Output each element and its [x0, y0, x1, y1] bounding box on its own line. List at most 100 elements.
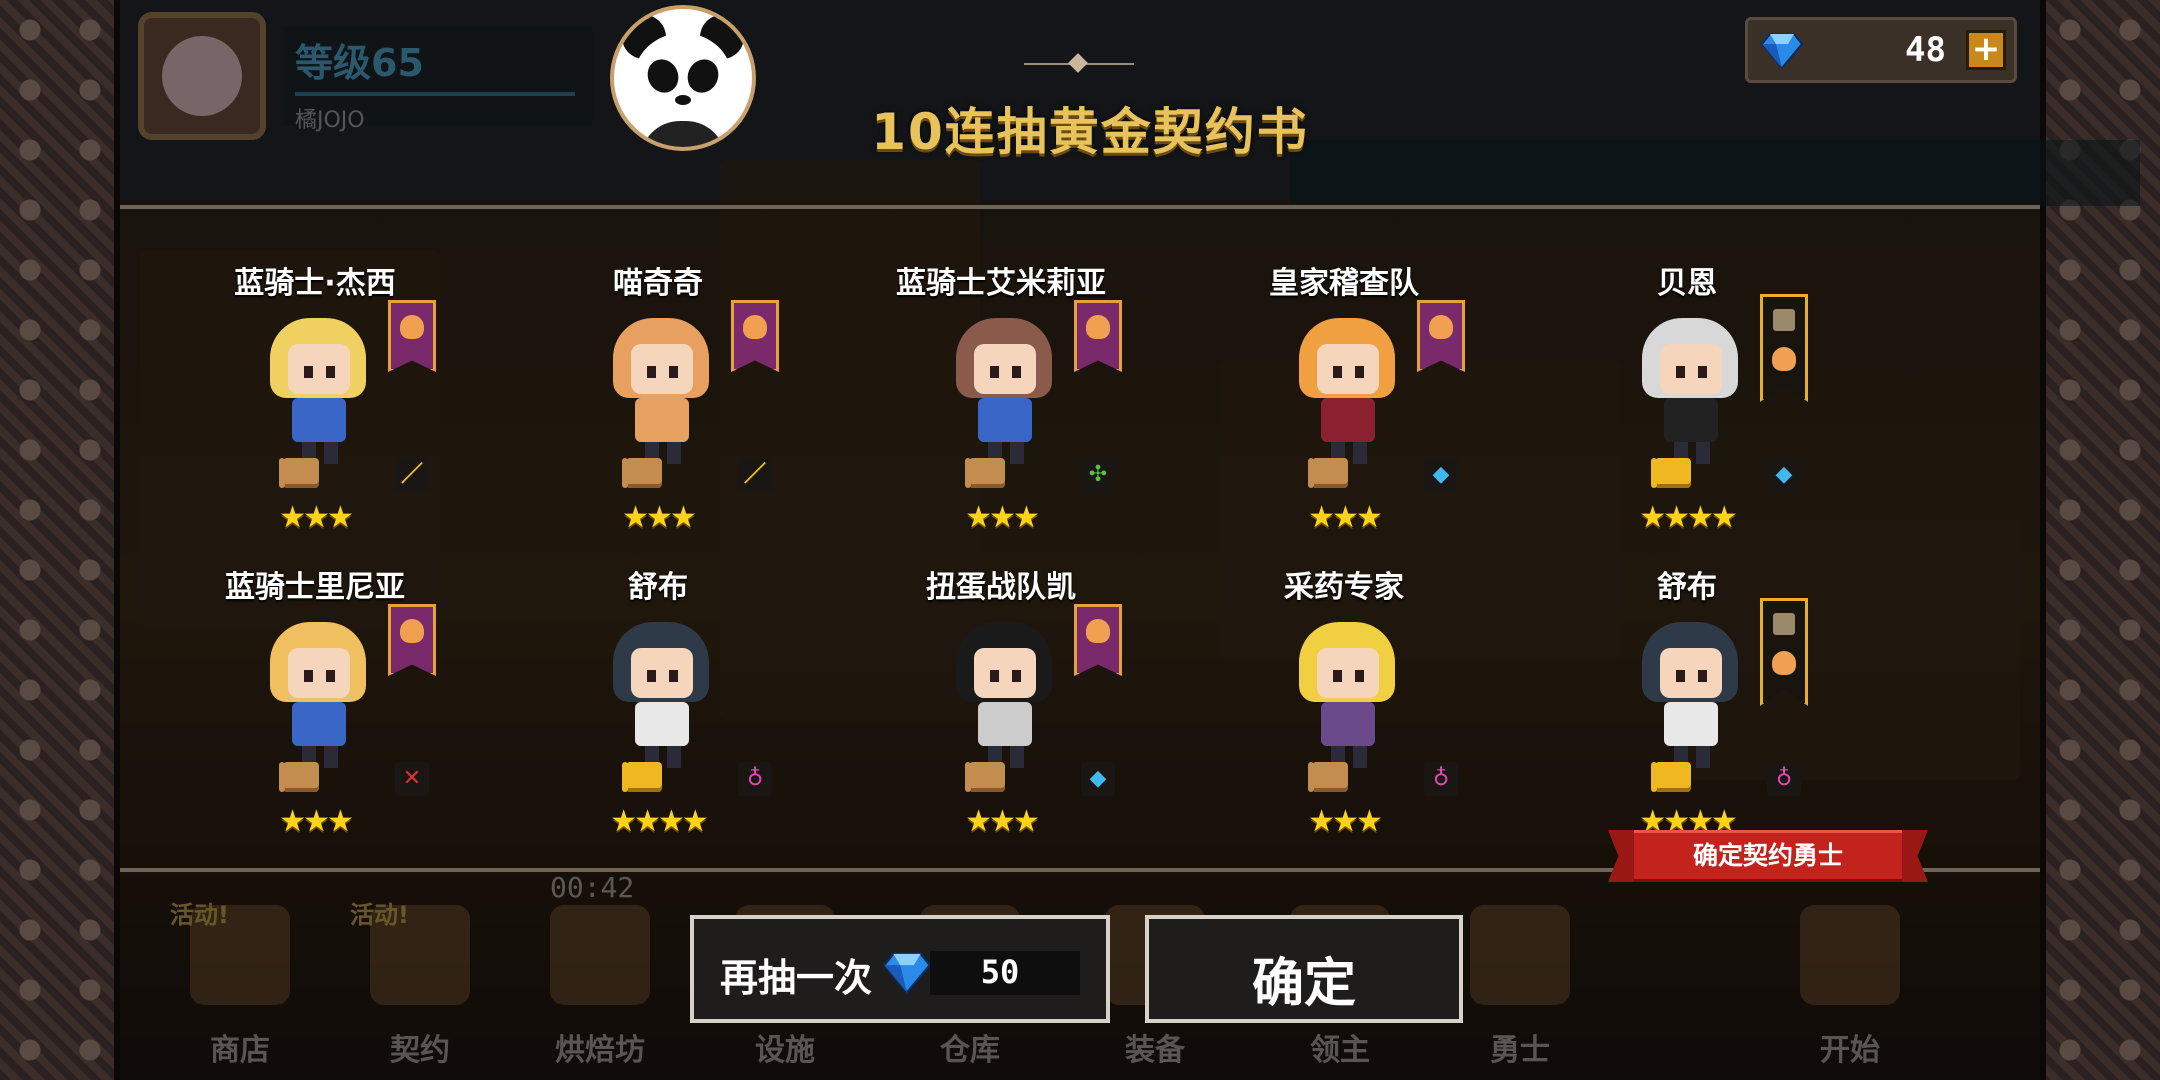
nav-label: 烘焙坊	[555, 1033, 645, 1068]
potion-icon: ♁	[1767, 762, 1801, 796]
nav-item[interactable]: 活动! 商店	[170, 895, 310, 1075]
gem-count: 48	[1905, 30, 1946, 70]
hero-sprite	[270, 622, 366, 772]
draw-again-label: 再抽一次	[720, 956, 873, 1000]
nav-label: 契约	[390, 1033, 450, 1068]
hero-card[interactable]: 贝恩 ◆ ★★★★	[1537, 210, 1837, 535]
nav-item[interactable]: 勇士	[1450, 895, 1590, 1075]
nav-label: 装备	[1125, 1033, 1185, 1068]
panda-avatar-icon[interactable]	[610, 5, 756, 151]
nav-icon	[1470, 905, 1570, 1005]
hero-card[interactable]: 喵奇奇／ ★★★	[508, 210, 808, 535]
hero-sprite	[1299, 318, 1395, 468]
potion-icon: ♁	[738, 762, 772, 796]
gem-class-icon: ◆	[1081, 762, 1115, 796]
gem-counter: 48 +	[1745, 17, 2017, 83]
hero-name: 蓝骑士里尼亚	[225, 570, 405, 605]
hero-name: 皇家稽查队	[1269, 266, 1419, 301]
gem-class-icon: ◆	[1424, 458, 1458, 492]
nav-badge: 活动!	[350, 901, 409, 929]
rarity-banner-icon	[1074, 300, 1122, 372]
hero-sprite	[956, 318, 1052, 468]
avatar	[138, 12, 266, 140]
player-name: 橘JOJO	[295, 108, 365, 133]
nav-item[interactable]: 开始	[1780, 895, 1920, 1075]
nav-label: 设施	[755, 1033, 815, 1068]
hero-card[interactable]: 皇家稽查队 ◆ ★★★	[1194, 210, 1494, 535]
hero-card[interactable]: 采药专家 ♁ ★★★	[1194, 514, 1494, 839]
hero-card[interactable]: 蓝骑士艾米莉亚 ✣ ★★★	[851, 210, 1151, 535]
scroll-icon	[279, 458, 319, 488]
left-ornamental-border	[0, 0, 120, 1080]
hero-name: 蓝骑士艾米莉亚	[896, 266, 1106, 301]
scroll-icon	[1651, 458, 1691, 488]
nav-label: 商店	[210, 1033, 270, 1068]
hero-name: 舒布	[628, 570, 688, 605]
title-strip	[1290, 140, 2140, 206]
header: 等级65 橘JOJO 10连抽黄金契约书 48 +	[120, 0, 2140, 206]
level-box: 等级65 橘JOJO	[283, 26, 593, 133]
rarity-banner-icon	[1760, 598, 1808, 706]
rarity-banner-icon	[731, 300, 779, 372]
hero-card[interactable]: 舒布 ♁ ★★★★	[1537, 514, 1837, 839]
hero-sprite	[956, 622, 1052, 772]
hero-name: 喵奇奇	[613, 266, 703, 301]
nav-icon	[1800, 905, 1900, 1005]
scroll-icon	[965, 762, 1005, 792]
page-title: 10连抽黄金契约书	[871, 103, 1309, 161]
hero-card[interactable]: 扭蛋战队凯 ◆ ★★★	[851, 514, 1151, 839]
hero-sprite	[613, 318, 709, 468]
hero-grid: 蓝骑士·杰西 ／ ★★★ 喵奇奇／ ★★★ 蓝骑士艾米莉亚 ✣ ★★★ 皇家稽查队 ◆ ★★★ 贝恩 ◆…	[120, 210, 2040, 870]
scroll-icon	[622, 762, 662, 792]
scroll-icon	[1308, 458, 1348, 488]
rarity-banner-icon	[1417, 300, 1465, 372]
star-rating: ★★★	[965, 804, 1040, 839]
hero-name: 蓝骑士·杰西	[234, 266, 396, 301]
star-rating: ★★★	[279, 804, 354, 839]
panel-top-divider	[120, 205, 2040, 209]
hero-card[interactable]: 蓝骑士里尼亚 ✕ ★★★	[165, 514, 465, 839]
scroll-icon	[622, 458, 662, 488]
rarity-banner-icon	[1760, 294, 1808, 402]
hero-sprite	[1642, 318, 1738, 468]
scroll-icon	[1651, 762, 1691, 792]
hero-name: 采药专家	[1284, 570, 1404, 605]
scroll-icon	[279, 762, 319, 792]
sword-icon: ／	[395, 458, 429, 492]
nav-label: 领主	[1310, 1033, 1370, 1068]
nav-icon	[550, 905, 650, 1005]
exp-bar	[295, 92, 575, 96]
draw-cost-box: 50	[930, 951, 1080, 995]
scroll-icon	[965, 458, 1005, 488]
diamond-icon	[882, 952, 932, 995]
cross-icon: ✣	[1081, 458, 1115, 492]
rarity-banner-icon	[1074, 604, 1122, 676]
star-rating: ★★★	[1308, 804, 1383, 839]
nav-label: 开始	[1820, 1033, 1880, 1068]
hero-sprite	[613, 622, 709, 772]
draw-again-button[interactable]: 再抽一次 50	[690, 915, 1110, 1023]
nav-label: 勇士	[1490, 1033, 1550, 1068]
title-ornament	[1024, 53, 1134, 73]
nav-label: 仓库	[940, 1033, 1000, 1068]
hero-card[interactable]: 蓝骑士·杰西／ ★★★	[165, 210, 465, 535]
nav-item[interactable]: 烘焙坊	[530, 895, 670, 1075]
star-rating: ★★★★	[610, 804, 709, 839]
crossed-swords-icon: ✕	[395, 762, 429, 796]
add-gems-button[interactable]: +	[1966, 30, 2006, 70]
rarity-banner-icon	[388, 604, 436, 676]
hero-sprite	[270, 318, 366, 468]
hero-sprite	[1642, 622, 1738, 772]
rarity-banner-icon	[388, 300, 436, 372]
gem-class-icon: ◆	[1767, 458, 1801, 492]
player-card: 等级65 橘JOJO	[138, 12, 598, 142]
nav-item[interactable]: 活动! 契约	[350, 895, 490, 1075]
diamond-icon	[1760, 33, 1804, 70]
confirm-button[interactable]: 确定	[1145, 915, 1463, 1023]
nav-badge: 活动!	[170, 901, 229, 929]
scroll-icon	[1308, 762, 1348, 792]
hero-card[interactable]: 舒布 ♁ ★★★★	[508, 514, 808, 839]
hero-sprite	[1299, 622, 1395, 772]
hero-name: 扭蛋战队凯	[926, 570, 1076, 605]
draw-cost: 50	[980, 953, 1020, 991]
